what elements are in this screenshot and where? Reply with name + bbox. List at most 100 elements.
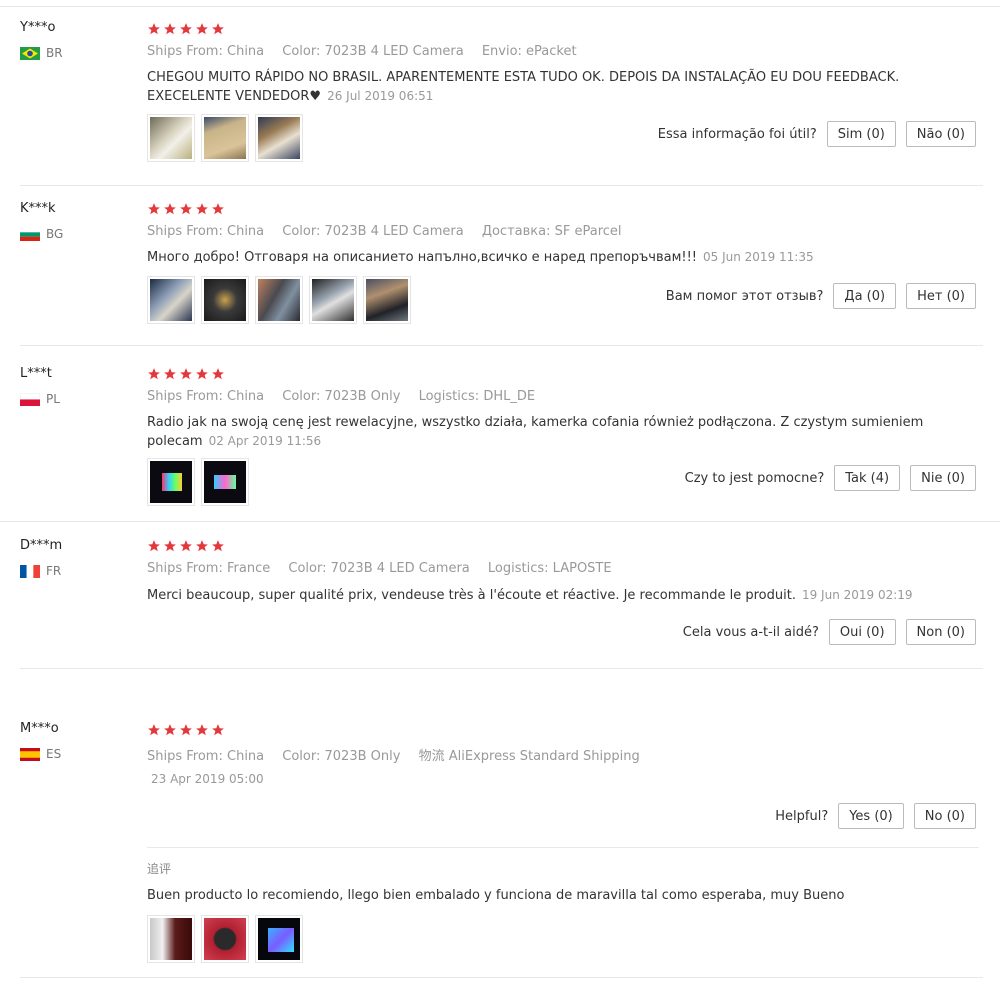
helpful-vote: Вам помог этот отзыв? Да (0) Нет (0) [666,283,976,309]
helpful-no-button[interactable]: Нет (0) [906,283,976,309]
reviewer-country: FR [20,564,61,578]
review-item: K***k BG Ships From: China Color: 7023B … [0,186,1000,346]
star-icon [212,724,224,736]
review-date: 02 Apr 2019 11:56 [208,434,322,448]
review-photos [147,458,249,506]
country-code: FR [46,564,62,578]
star-rating [147,723,225,737]
star-icon [180,540,192,552]
logistics-label: 物流 [418,749,445,764]
review-text: 23 Apr 2019 05:00 [147,770,947,789]
review-photo-thumbnail[interactable] [201,458,249,506]
helpful-vote: Czy to jest pomocne? Tak (4) Nie (0) [685,465,976,491]
star-icon [212,203,224,215]
helpful-no-button[interactable]: Nie (0) [910,465,976,491]
order-details: Ships From: China Color: 7023B 4 LED Cam… [147,44,591,59]
ships-from-value: China [227,389,265,404]
helpful-no-button[interactable]: Não (0) [905,121,976,147]
reviewer-country: PL [20,392,60,406]
review-photo-thumbnail[interactable] [147,114,195,162]
helpful-yes-button[interactable]: Да (0) [833,283,897,309]
ships-from-label: Ships From: [147,224,223,239]
color-value: 7023B 4 LED Camera [324,224,464,239]
review-text-line: polecam [147,434,203,449]
reviewer-country: ES [20,747,61,761]
star-icon [164,724,176,736]
reviewer-name: K***k [20,201,56,216]
star-icon [148,203,160,215]
review-text-line: Radio jak na swoją cenę jest rewelacyjne… [147,415,924,430]
helpful-no-button[interactable]: No (0) [913,803,976,829]
ships-from-label: Ships From: [147,749,223,764]
poland-flag-icon [20,392,40,406]
star-icon [180,724,192,736]
country-code: PL [46,392,60,406]
logistics-label: Logistics: [418,389,480,404]
star-icon [164,203,176,215]
review-item: L***t PL Ships From: China Color: 7023B … [0,346,1000,522]
star-icon [212,368,224,380]
review-photo-thumbnail[interactable] [363,276,411,324]
star-icon [148,724,160,736]
star-rating [147,202,225,216]
logistics-value: ePacket [526,44,577,59]
review-text-line: EXECELENTE VENDEDOR♥ [147,89,322,104]
review-text: Много добро! Отговаря на описанието напъ… [147,248,947,267]
helpful-prompt: Cela vous a-t-il aidé? [682,624,819,640]
review-photos [147,114,303,162]
helpful-yes-button[interactable]: Tak (4) [834,465,901,491]
logistics-value: DHL_DE [483,389,536,404]
ships-from-value: China [227,224,265,239]
review-photo-thumbnail[interactable] [147,276,195,324]
ships-from-value: China [227,749,265,764]
helpful-yes-button[interactable]: Oui (0) [828,619,896,645]
star-icon [212,23,224,35]
review-text: Radio jak na swoją cenę jest rewelacyjne… [147,414,947,451]
helpful-vote: Essa informação foi útil? Sim (0) Não (0… [658,121,976,147]
review-photo-thumbnail[interactable] [255,276,303,324]
star-icon [196,540,208,552]
logistics-label: Доставка: [481,224,551,239]
color-label: Color: [282,44,321,59]
country-code: ES [46,747,62,761]
review-photo-thumbnail[interactable] [255,915,303,963]
reviewer-name: L***t [20,366,52,381]
star-icon [196,724,208,736]
review-photo-thumbnail[interactable] [255,114,303,162]
helpful-prompt: Вам помог этот отзыв? [665,288,824,304]
helpful-prompt: Helpful? [775,808,829,824]
review-photo-thumbnail[interactable] [147,915,195,963]
review-photo-thumbnail[interactable] [201,114,249,162]
reviewer-country: BG [20,227,63,241]
france-flag-icon [20,564,40,578]
star-icon [196,368,208,380]
order-details: Ships From: China Color: 7023B Only 物流 A… [147,745,654,764]
review-photo-thumbnail[interactable] [147,458,195,506]
review-divider [20,977,983,978]
color-label: Color: [282,749,321,764]
review-item: Y***o BR Ships From: China Color: 7023B … [0,0,1000,186]
review-date: 26 Jul 2019 06:51 [327,89,434,103]
review-photo-thumbnail[interactable] [201,276,249,324]
helpful-no-button[interactable]: Non (0) [905,619,976,645]
star-icon [196,203,208,215]
logistics-value: AliExpress Standard Shipping [448,749,640,764]
followup-text: Buen producto lo recomiendo, llego bien … [147,888,845,903]
order-details: Ships From: China Color: 7023B Only Logi… [147,389,549,404]
helpful-prompt: Essa informação foi útil? [657,126,817,142]
logistics-value: SF eParcel [554,224,622,239]
review-item: M***o ES Ships From: China Color: 7023B … [0,669,1000,1000]
review-photo-thumbnail[interactable] [309,276,357,324]
helpful-yes-button[interactable]: Yes (0) [838,803,904,829]
review-photo-thumbnail[interactable] [201,915,249,963]
logistics-label: Envio: [481,44,522,59]
helpful-yes-button[interactable]: Sim (0) [826,121,896,147]
order-details: Ships From: China Color: 7023B 4 LED Cam… [147,224,636,239]
color-label: Color: [282,389,321,404]
reviewer-name: D***m [20,538,63,553]
review-text: CHEGOU MUITO RÁPIDO NO BRASIL. APARENTEM… [147,69,947,106]
followup-label: 追评 [147,862,172,876]
review-text: Merci beaucoup, super qualité prix, vend… [147,586,947,605]
color-value: 7023B Only [324,389,401,404]
color-value: 7023B 4 LED Camera [324,44,464,59]
